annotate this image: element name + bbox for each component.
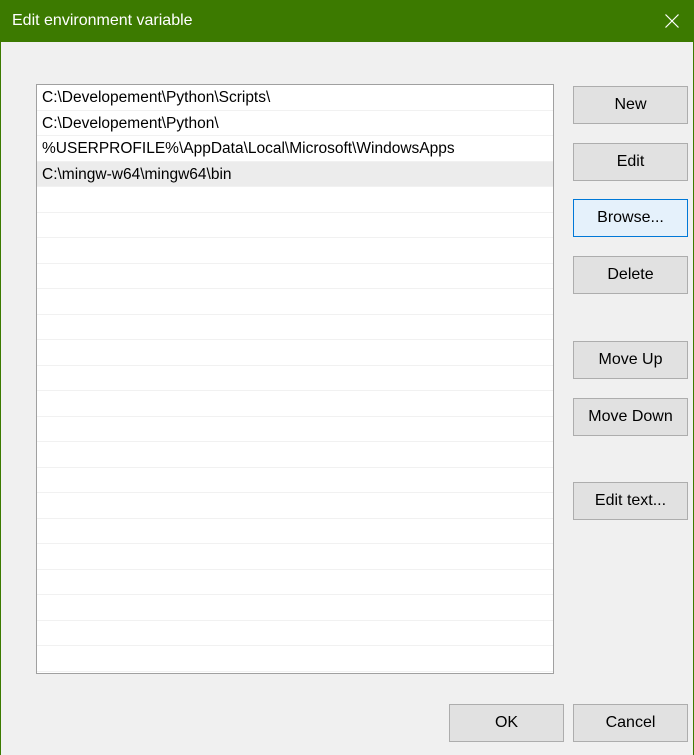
window-title: Edit environment variable: [12, 12, 193, 29]
ok-button[interactable]: OK: [449, 704, 564, 742]
empty-list-row[interactable]: [37, 238, 553, 264]
move-down-button[interactable]: Move Down: [573, 398, 688, 436]
empty-list-row[interactable]: [37, 621, 553, 646]
empty-list-row[interactable]: [37, 646, 553, 672]
edit-environment-variable-dialog: Edit environment variable C:\Developemen…: [0, 0, 694, 755]
empty-list-row[interactable]: [37, 595, 553, 621]
edit-button[interactable]: Edit: [573, 143, 688, 181]
empty-list-row[interactable]: [37, 264, 553, 289]
empty-list-row[interactable]: [37, 544, 553, 570]
new-button[interactable]: New: [573, 86, 688, 124]
edit-text-button[interactable]: Edit text...: [573, 482, 688, 520]
empty-list-row[interactable]: [37, 570, 553, 595]
close-icon: [664, 13, 680, 29]
empty-list-row[interactable]: [37, 391, 553, 417]
empty-list-row[interactable]: [37, 340, 553, 366]
empty-list-row[interactable]: [37, 289, 553, 315]
empty-list-row[interactable]: [37, 468, 553, 493]
empty-list-row[interactable]: [37, 442, 553, 468]
browse-button[interactable]: Browse...: [573, 199, 688, 237]
empty-list-row[interactable]: [37, 213, 553, 238]
close-button[interactable]: [649, 0, 694, 42]
empty-list-row[interactable]: [37, 519, 553, 544]
empty-list-row[interactable]: [37, 366, 553, 391]
empty-list-row[interactable]: [37, 315, 553, 340]
cancel-button[interactable]: Cancel: [573, 704, 688, 742]
empty-list-row[interactable]: [37, 417, 553, 442]
empty-list-row[interactable]: [37, 493, 553, 519]
move-up-button[interactable]: Move Up: [573, 341, 688, 379]
path-list[interactable]: C:\Developement\Python\Scripts\ C:\Develo…: [36, 84, 554, 674]
title-bar[interactable]: Edit environment variable: [1, 0, 694, 42]
list-item[interactable]: %USERPROFILE%\AppData\Local\Microsoft\Wi…: [37, 136, 553, 162]
list-item[interactable]: C:\mingw-w64\mingw64\bin: [37, 161, 553, 187]
delete-button[interactable]: Delete: [573, 256, 688, 294]
list-item[interactable]: C:\Developement\Python\: [37, 111, 553, 136]
list-item[interactable]: C:\Developement\Python\Scripts\: [37, 85, 553, 111]
empty-list-row[interactable]: [37, 187, 553, 213]
